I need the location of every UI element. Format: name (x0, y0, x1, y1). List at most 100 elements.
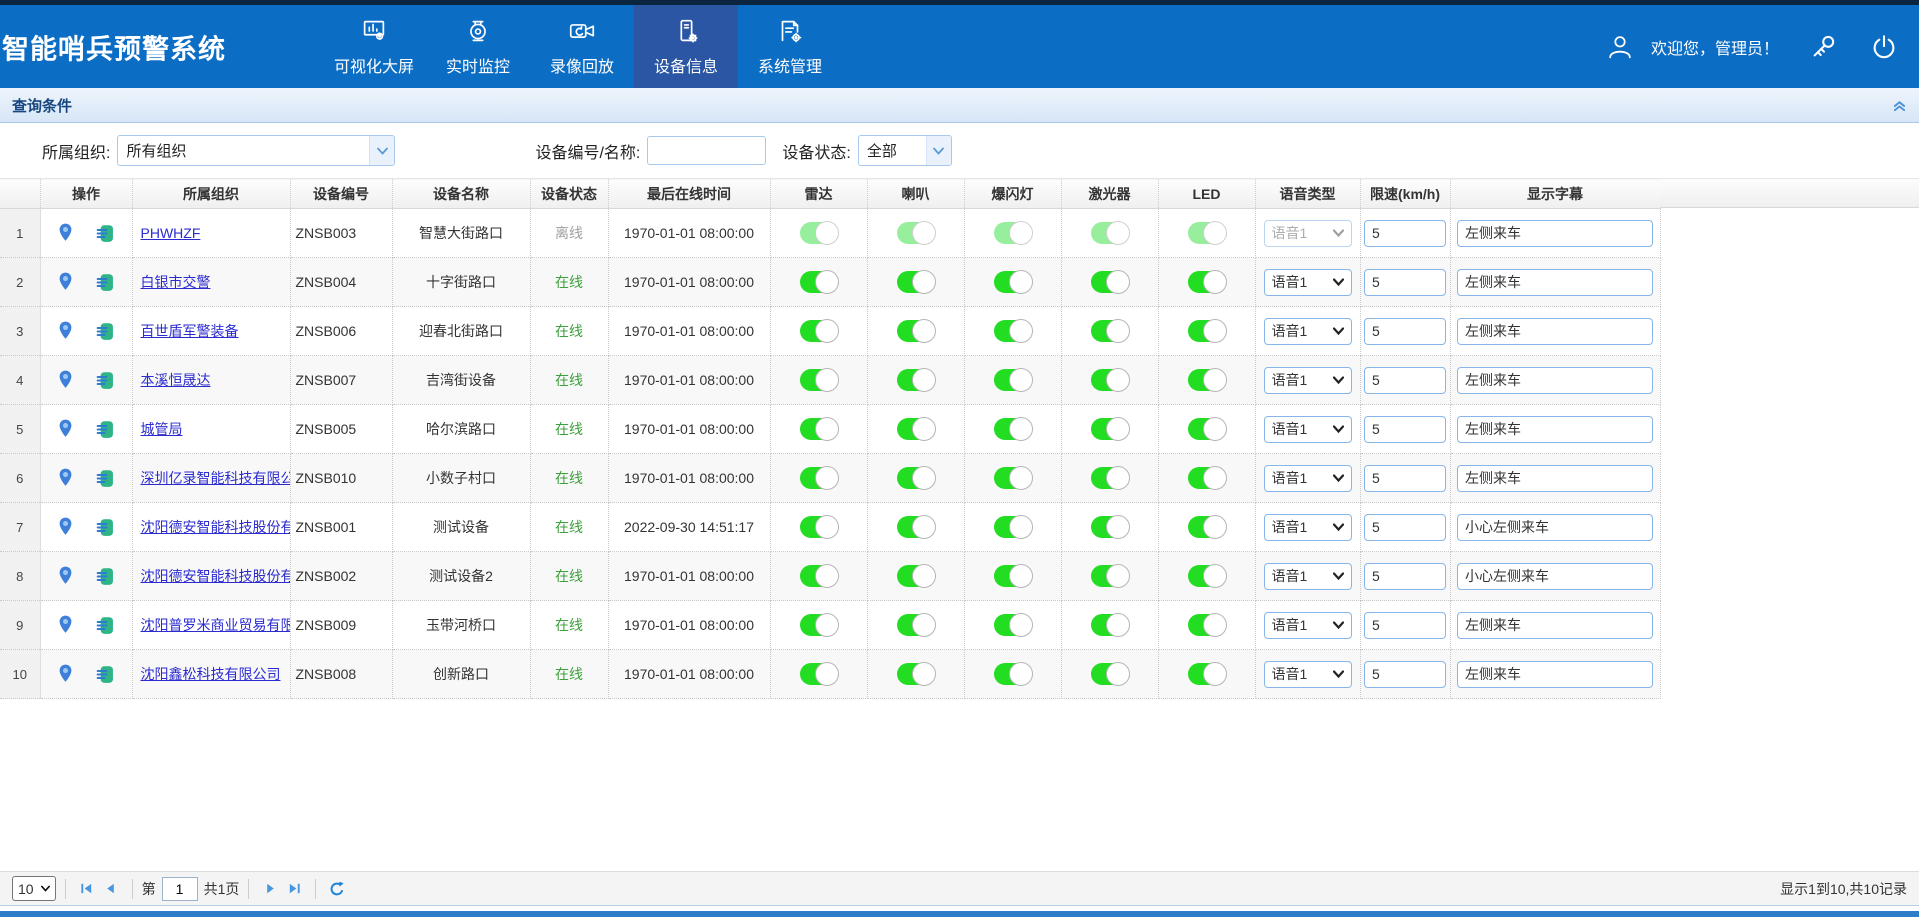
next-page-button[interactable] (258, 877, 282, 901)
org-link[interactable]: 沈阳德安智能科技股份有 (141, 568, 291, 584)
record-log-icon[interactable] (95, 567, 116, 583)
org-filter-select[interactable]: 所有组织 (117, 135, 395, 166)
laser-toggle[interactable] (1091, 516, 1128, 538)
voice-type-select[interactable]: 语音1 (1264, 612, 1352, 639)
horn-toggle[interactable] (897, 467, 934, 489)
speed-limit-input[interactable] (1364, 563, 1446, 590)
speed-limit-input[interactable] (1364, 416, 1446, 443)
radar-toggle[interactable] (800, 418, 837, 440)
page-number-input[interactable] (162, 877, 198, 901)
laser-toggle[interactable] (1091, 565, 1128, 587)
laser-toggle[interactable] (1091, 663, 1128, 685)
org-link[interactable]: 百世盾军警装备 (141, 323, 239, 339)
subtitle-input[interactable] (1457, 318, 1653, 345)
subtitle-input[interactable] (1457, 563, 1653, 590)
record-log-icon[interactable] (95, 322, 116, 338)
voice-type-select[interactable]: 语音1 (1264, 514, 1352, 541)
speed-limit-input[interactable] (1364, 318, 1446, 345)
speed-limit-input[interactable] (1364, 514, 1446, 541)
locate-map-pin-icon[interactable] (56, 420, 79, 436)
radar-toggle[interactable] (800, 516, 837, 538)
radar-toggle[interactable] (800, 467, 837, 489)
page-size-select[interactable]: 10 (12, 876, 56, 901)
horn-toggle[interactable] (897, 614, 934, 636)
strobe-toggle[interactable] (994, 271, 1031, 293)
speed-limit-input[interactable] (1364, 367, 1446, 394)
subtitle-input[interactable] (1457, 269, 1653, 296)
strobe-toggle[interactable] (994, 320, 1031, 342)
horn-toggle[interactable] (897, 271, 934, 293)
nav-item-visual-screen[interactable]: 可视化大屏 (322, 5, 426, 88)
nav-item-video-playback[interactable]: 录像回放 (530, 5, 634, 88)
horn-toggle[interactable] (897, 320, 934, 342)
speed-limit-input[interactable] (1364, 465, 1446, 492)
voice-type-select[interactable]: 语音1 (1264, 220, 1352, 247)
horn-toggle[interactable] (897, 418, 934, 440)
strobe-toggle[interactable] (994, 614, 1031, 636)
voice-type-select[interactable]: 语音1 (1264, 269, 1352, 296)
subtitle-input[interactable] (1457, 661, 1653, 688)
laser-toggle[interactable] (1091, 369, 1128, 391)
speed-limit-input[interactable] (1364, 269, 1446, 296)
first-page-button[interactable] (75, 877, 99, 901)
radar-toggle[interactable] (800, 369, 837, 391)
prev-page-button[interactable] (99, 877, 123, 901)
laser-toggle[interactable] (1091, 222, 1128, 244)
device-filter-input[interactable] (647, 136, 766, 165)
record-log-icon[interactable] (95, 420, 116, 436)
voice-type-select[interactable]: 语音1 (1264, 563, 1352, 590)
radar-toggle[interactable] (800, 271, 837, 293)
strobe-toggle[interactable] (994, 222, 1031, 244)
radar-toggle[interactable] (800, 320, 837, 342)
radar-toggle[interactable] (800, 663, 837, 685)
locate-map-pin-icon[interactable] (56, 371, 79, 387)
voice-type-select[interactable]: 语音1 (1264, 367, 1352, 394)
laser-toggle[interactable] (1091, 271, 1128, 293)
led-toggle[interactable] (1188, 320, 1225, 342)
led-toggle[interactable] (1188, 516, 1225, 538)
speed-limit-input[interactable] (1364, 220, 1446, 247)
org-link[interactable]: 城管局 (141, 421, 183, 437)
locate-map-pin-icon[interactable] (56, 469, 79, 485)
voice-type-select[interactable]: 语音1 (1264, 318, 1352, 345)
strobe-toggle[interactable] (994, 516, 1031, 538)
refresh-icon[interactable] (325, 877, 349, 901)
org-link[interactable]: 本溪恒晟达 (141, 372, 211, 388)
record-log-icon[interactable] (95, 224, 116, 240)
collapse-panel-icon[interactable] (1892, 98, 1907, 113)
horn-toggle[interactable] (897, 663, 934, 685)
strobe-toggle[interactable] (994, 467, 1031, 489)
record-log-icon[interactable] (95, 273, 116, 289)
led-toggle[interactable] (1188, 614, 1225, 636)
led-toggle[interactable] (1188, 565, 1225, 587)
horn-toggle[interactable] (897, 369, 934, 391)
locate-map-pin-icon[interactable] (56, 665, 79, 681)
laser-toggle[interactable] (1091, 614, 1128, 636)
power-logout-icon[interactable] (1869, 32, 1899, 62)
strobe-toggle[interactable] (994, 663, 1031, 685)
org-link[interactable]: PHWHZF (141, 225, 201, 241)
led-toggle[interactable] (1188, 418, 1225, 440)
subtitle-input[interactable] (1457, 367, 1653, 394)
record-log-icon[interactable] (95, 371, 116, 387)
horn-toggle[interactable] (897, 565, 934, 587)
strobe-toggle[interactable] (994, 418, 1031, 440)
locate-map-pin-icon[interactable] (56, 518, 79, 534)
strobe-toggle[interactable] (994, 565, 1031, 587)
laser-toggle[interactable] (1091, 467, 1128, 489)
subtitle-input[interactable] (1457, 612, 1653, 639)
record-log-icon[interactable] (95, 616, 116, 632)
horn-toggle[interactable] (897, 516, 934, 538)
voice-type-select[interactable]: 语音1 (1264, 416, 1352, 443)
last-page-button[interactable] (282, 877, 306, 901)
org-link[interactable]: 沈阳鑫松科技有限公司 (141, 666, 281, 682)
subtitle-input[interactable] (1457, 416, 1653, 443)
speed-limit-input[interactable] (1364, 661, 1446, 688)
laser-toggle[interactable] (1091, 320, 1128, 342)
laser-toggle[interactable] (1091, 418, 1128, 440)
record-log-icon[interactable] (95, 469, 116, 485)
strobe-toggle[interactable] (994, 369, 1031, 391)
locate-map-pin-icon[interactable] (56, 616, 79, 632)
locate-map-pin-icon[interactable] (56, 322, 79, 338)
record-log-icon[interactable] (95, 665, 116, 681)
